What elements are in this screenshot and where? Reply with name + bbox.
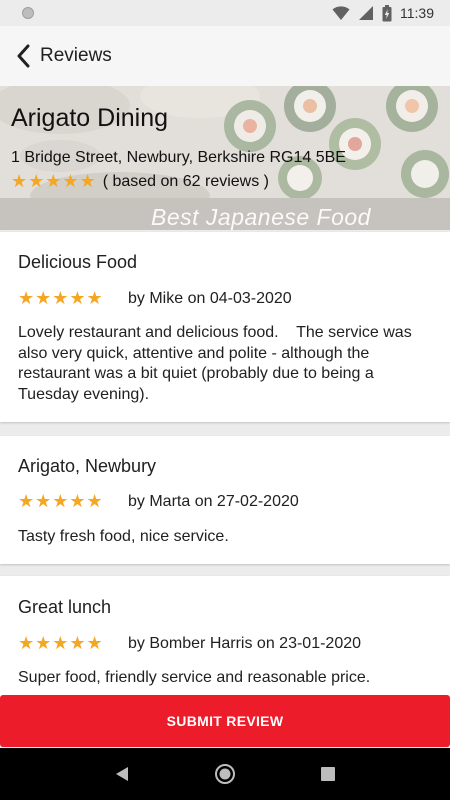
wifi-icon xyxy=(332,6,350,20)
system-nav-bar xyxy=(0,748,450,800)
banner-text: Best Japanese Food xyxy=(151,204,371,230)
submit-review-button[interactable]: SUBMIT REVIEW xyxy=(0,695,450,747)
home-circle-icon xyxy=(214,764,235,784)
review-card[interactable]: Great lunch ★★★★★ by Bomber Harris on 23… xyxy=(0,576,450,706)
nav-back-button[interactable] xyxy=(102,754,142,794)
review-stars-icon: ★★★★★ xyxy=(18,491,104,511)
rating-stars-icon: ★★★★★ xyxy=(11,171,97,191)
signal-icon xyxy=(359,6,373,20)
app-bar: Reviews xyxy=(0,26,450,86)
review-text: Super food, friendly service and reasona… xyxy=(18,669,371,686)
restaurant-header: Best Japanese Food Arigato Dining 1 Brid… xyxy=(0,86,450,230)
review-stars-icon: ★★★★★ xyxy=(18,288,104,308)
recents-square-icon xyxy=(321,767,336,781)
review-byline: by Bomber Harris on 23-01-2020 xyxy=(128,634,362,652)
review-byline: by Mike on 04-03-2020 xyxy=(128,289,292,307)
review-byline: by Marta on 27-02-2020 xyxy=(128,492,299,510)
review-text: Lovely restaurant and delicious food. Th… xyxy=(18,324,417,403)
restaurant-name: Arigato Dining xyxy=(11,104,169,132)
review-text: Tasty fresh food, nice service. xyxy=(18,528,229,545)
status-time: 11:39 xyxy=(400,5,434,21)
review-card[interactable]: Delicious Food ★★★★★ by Mike on 04-03-20… xyxy=(0,232,450,422)
review-count: ( based on 62 reviews ) xyxy=(102,172,269,190)
review-meta: ★★★★★ by Marta on 27-02-2020 xyxy=(18,491,299,512)
back-triangle-icon xyxy=(115,767,128,781)
review-meta: ★★★★★ by Mike on 04-03-2020 xyxy=(18,288,292,309)
status-icons: 11:39 xyxy=(332,4,434,22)
review-title: Arigato, Newbury xyxy=(18,456,157,476)
nav-recents-button[interactable] xyxy=(308,754,348,794)
review-meta: ★★★★★ by Bomber Harris on 23-01-2020 xyxy=(18,633,361,654)
review-card[interactable]: Arigato, Newbury ★★★★★ by Marta on 27-02… xyxy=(0,436,450,564)
restaurant-address: 1 Bridge Street, Newbury, Berkshire RG14… xyxy=(11,149,346,166)
status-bar: 11:39 xyxy=(0,0,450,26)
back-button[interactable] xyxy=(6,36,40,76)
review-stars-icon: ★★★★★ xyxy=(18,633,104,653)
review-title: Delicious Food xyxy=(18,252,138,272)
battery-icon xyxy=(382,4,392,21)
status-dot-icon xyxy=(22,7,34,19)
restaurant-rating: ★★★★★ ( based on 62 reviews ) xyxy=(11,171,269,192)
nav-home-button[interactable] xyxy=(205,754,245,794)
page-title: Reviews xyxy=(40,45,112,66)
review-title: Great lunch xyxy=(18,597,112,617)
chevron-left-icon xyxy=(17,44,30,68)
